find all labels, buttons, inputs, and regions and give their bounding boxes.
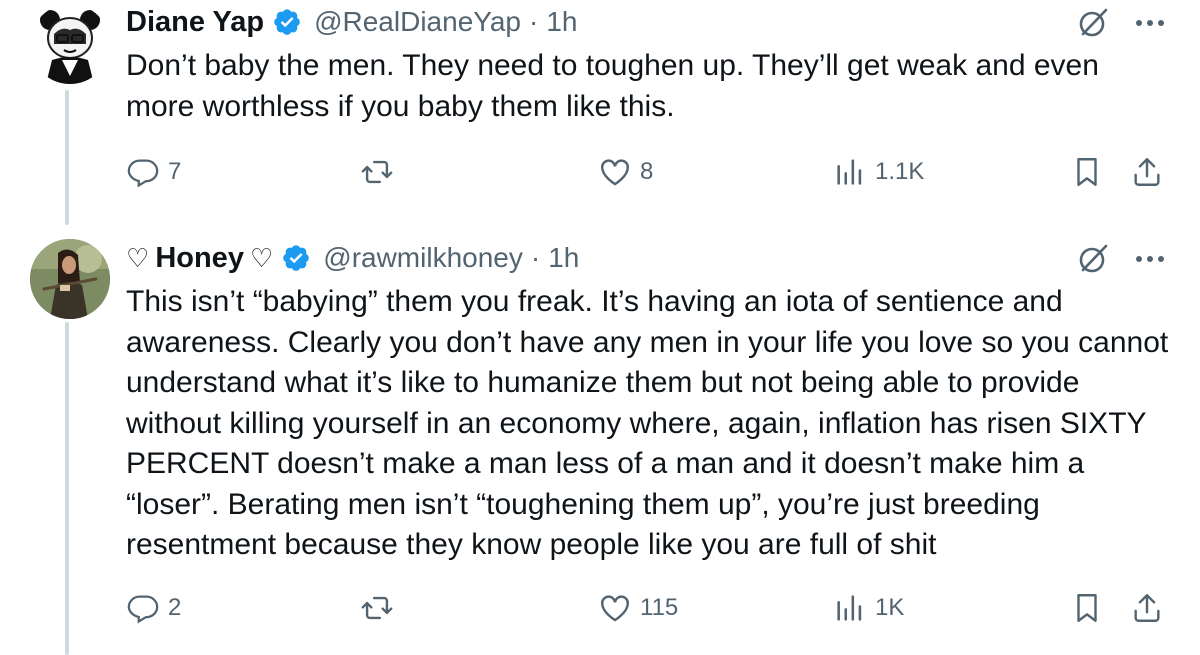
bookmark-button[interactable] [1070,588,1104,628]
heart-icon [601,595,629,622]
display-name[interactable]: ♡ Honey ♡ [126,242,279,275]
bookmark-button[interactable] [1070,152,1104,192]
timestamp[interactable]: 1h [548,242,579,274]
separator-dot: · [530,242,541,273]
profile-photo-icon [30,239,110,319]
grok-icon[interactable] [1076,6,1110,40]
user-handle[interactable]: @rawmilkhoney [323,242,523,274]
retweet-button[interactable] [360,588,402,628]
share-icon [1134,158,1160,186]
more-options-icon[interactable] [1130,6,1170,40]
retweet-button[interactable] [360,152,402,192]
like-button[interactable]: 115 [598,588,678,628]
views-button[interactable]: 1K [833,588,904,628]
action-bar: 7 8 1.1K [0,152,1200,192]
tweet: Diane Yap @RealDianeYap · 1h Don’t baby … [0,0,1200,230]
view-count: 1.1K [875,158,925,185]
share-button[interactable] [1130,588,1164,628]
action-bar: 2 115 1K [0,588,1200,628]
like-count: 8 [640,158,654,185]
tweet-header: ♡ Honey ♡ @rawmilkhoney · 1h [126,238,1200,278]
more-options-icon[interactable] [1130,242,1170,276]
views-chart-icon [837,595,862,621]
bookmark-icon [1077,158,1097,186]
grok-icon[interactable] [1076,242,1110,276]
verified-badge-icon [274,9,300,35]
display-name-text: Honey [155,241,244,274]
like-button[interactable]: 8 [598,152,653,192]
panda-avatar-icon [30,4,110,84]
separator-dot: · [529,6,539,37]
heart-emoji-icon: ♡ [126,242,150,273]
reply-icon [127,159,159,188]
verified-badge-icon [283,245,310,271]
bookmark-icon [1077,594,1097,622]
timestamp[interactable]: 1h [546,6,577,38]
views-button[interactable]: 1.1K [833,152,924,192]
display-name[interactable]: Diane Yap [126,6,264,39]
share-icon [1134,594,1160,622]
reply-button[interactable]: 7 [126,152,181,192]
reply-icon [127,595,159,624]
tweet-header: Diane Yap @RealDianeYap · 1h [126,2,1200,42]
retweet-icon [361,596,393,620]
heart-emoji-icon: ♡ [249,242,274,273]
reply-count: 7 [168,158,182,185]
tweet-text: This isn’t “babying” them you freak. It’… [126,285,1169,561]
tweet: ♡ Honey ♡ @rawmilkhoney · 1h This isn’t … [0,232,1200,655]
retweet-icon [361,160,393,184]
view-count: 1K [875,594,905,621]
like-count: 115 [640,594,679,621]
user-handle[interactable]: @RealDianeYap [314,6,521,38]
views-chart-icon [837,159,862,185]
reply-button[interactable]: 2 [126,588,181,628]
heart-icon [601,159,629,186]
avatar[interactable] [30,239,110,319]
share-button[interactable] [1130,152,1164,192]
avatar[interactable] [30,4,110,84]
reply-count: 2 [168,594,182,621]
tweet-text: Don’t baby the men. They need to toughen… [126,49,1099,123]
